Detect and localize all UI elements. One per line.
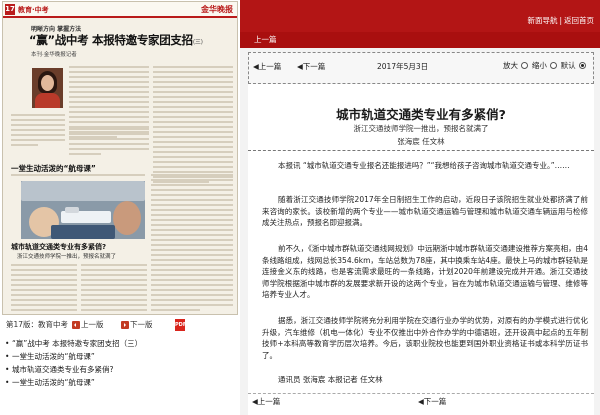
- sub-red-bar: 上一篇: [240, 32, 600, 48]
- masthead-logo: 金华晚报: [201, 4, 233, 14]
- text-column: [11, 264, 77, 314]
- headline-list-item[interactable]: • “赢”战中考 本报特邀专家团支招（三）: [4, 337, 238, 350]
- footer-next-link[interactable]: ◀下一篇: [418, 396, 446, 407]
- page-section-label: 教育·中考: [18, 6, 49, 14]
- title-divider: [248, 150, 594, 151]
- footer-divider: [248, 393, 594, 394]
- article-authors: 张海宸 任文林: [397, 137, 445, 146]
- text-column: [81, 264, 147, 314]
- bullet-icon: •: [5, 378, 10, 387]
- headline-text: “赢”战中考 本报特邀专家团支招: [29, 33, 193, 47]
- pdf-download-icon[interactable]: PDF: [175, 319, 186, 331]
- zoom-in-label: 放大: [503, 61, 519, 70]
- classroom-photo: [21, 181, 145, 239]
- text-column: [151, 174, 233, 314]
- zoom-out-radio[interactable]: [550, 62, 558, 69]
- bullet-icon: •: [5, 339, 10, 348]
- headline-list-item[interactable]: • 一堂生动活泼的“航母课”: [4, 376, 238, 389]
- prev-page-link[interactable]: 上一版: [81, 319, 104, 331]
- top-links: 新面导航 | 返回首页: [527, 15, 594, 26]
- text-column: [11, 174, 145, 179]
- headline-list-item[interactable]: • 一堂生动活泼的“航母课”: [4, 350, 238, 363]
- article-subtitle: 浙江交通技师学院一推出，预报名就满了: [353, 124, 489, 133]
- sub-story-headline[interactable]: 城市轨道交通类专业有多紧俏?: [11, 242, 106, 252]
- article-paragraph: 本报讯 “城市轨道交通专业报名还能报进吗？”“我想给孩子咨询城市轨道交通专业。”…: [278, 161, 570, 170]
- page-number-badge: 17: [5, 4, 15, 15]
- prev-page-icon[interactable]: [72, 321, 80, 329]
- article-panel: 新面导航 | 返回首页 上一篇 ◀上一篇 ◀下一篇 2017年5月3日 放大 缩小 …: [240, 0, 600, 415]
- next-page-link[interactable]: 下一版: [130, 319, 153, 331]
- article-toolbar: ◀上一篇 ◀下一篇 2017年5月3日 放大 缩小 默认: [248, 52, 594, 84]
- bullet-icon: •: [5, 365, 10, 374]
- page-headline-list: • “赢”战中考 本报特邀专家团支招（三） • 一堂生动活泼的“航母课” • 城市轨道…: [4, 337, 238, 389]
- zoom-default-radio[interactable]: [579, 62, 586, 69]
- article-body: 城市轨道交通类专业有多紧俏? 浙江交通技师学院一推出，预报名就满了 张海宸 任文…: [248, 84, 594, 415]
- text-column: [153, 66, 233, 186]
- main-story-headline[interactable]: “赢”战中考 本报特邀专家团支招(三): [29, 32, 203, 48]
- page-nav-link[interactable]: 新面导航: [527, 16, 557, 25]
- article-paragraph: 随着浙江交通技师学院2017年全日制招生工作的启动，近段日子该院招生就业处都挤满…: [262, 195, 588, 227]
- toolbar-prev-link[interactable]: ◀上一篇: [253, 61, 281, 72]
- top-red-bar: 新面导航 | 返回首页: [240, 0, 600, 32]
- text-column: [69, 128, 149, 158]
- article-title: 城市轨道交通类专业有多紧俏?: [336, 107, 506, 122]
- story-byline: 本刊·金华晚报记者: [31, 52, 77, 58]
- zoom-out-label: 缩小: [531, 61, 547, 70]
- page-navigation: 第17版：教育中考 上一版 下一版 PDF: [4, 318, 240, 332]
- footer-prev-link[interactable]: ◀上一篇: [252, 396, 280, 407]
- current-page-label: 第17版：教育中考: [6, 320, 69, 329]
- newspaper-page-thumbnail[interactable]: 17 教育·中考 金华晚报 明晰方向 掌握方法 “赢”战中考 本报特邀专家团支招…: [2, 1, 238, 315]
- headline-list-item[interactable]: • 城市轨道交通类专业有多紧俏?: [4, 363, 238, 376]
- home-link[interactable]: 返回首页: [564, 16, 594, 25]
- prev-article-tab[interactable]: 上一篇: [254, 34, 277, 45]
- zoom-in-radio[interactable]: [521, 62, 529, 69]
- link-separator: |: [559, 16, 562, 25]
- zoom-controls: 放大 缩小 默认: [503, 60, 587, 71]
- zoom-default-label: 默认: [560, 61, 576, 70]
- sub-story-headline[interactable]: 一堂生动活泼的“航母课”: [11, 163, 96, 174]
- left-panel: 17 教育·中考 金华晚报 明晰方向 掌握方法 “赢”战中考 本报特邀专家团支招…: [0, 0, 240, 415]
- next-page-icon[interactable]: [121, 321, 129, 329]
- issue-date: 2017年5月3日: [377, 62, 429, 71]
- article-paragraph: 据悉，浙江交通技师学院将充分利用学院在交通行业办学的优势，对原有的办学模式进行优…: [262, 316, 588, 360]
- toolbar-next-link[interactable]: ◀下一篇: [297, 61, 325, 72]
- article-paragraph: 前不久，《浙中城市群轨道交通线网规划》中远期浙中城市群轨道交通建设推荐方案亮相，…: [262, 244, 588, 299]
- bullet-icon: •: [5, 352, 10, 361]
- sub-story-deck: 浙江交通技师学院一推出，预报名就满了: [17, 254, 117, 260]
- page-header-strip: 17 教育·中考 金华晚报: [3, 2, 237, 18]
- article-signature: 通讯员 张海宸 本报记者 任文林: [278, 375, 383, 384]
- text-column: [11, 114, 65, 149]
- portrait-photo: [32, 68, 63, 108]
- headline-tag: (三): [192, 39, 203, 46]
